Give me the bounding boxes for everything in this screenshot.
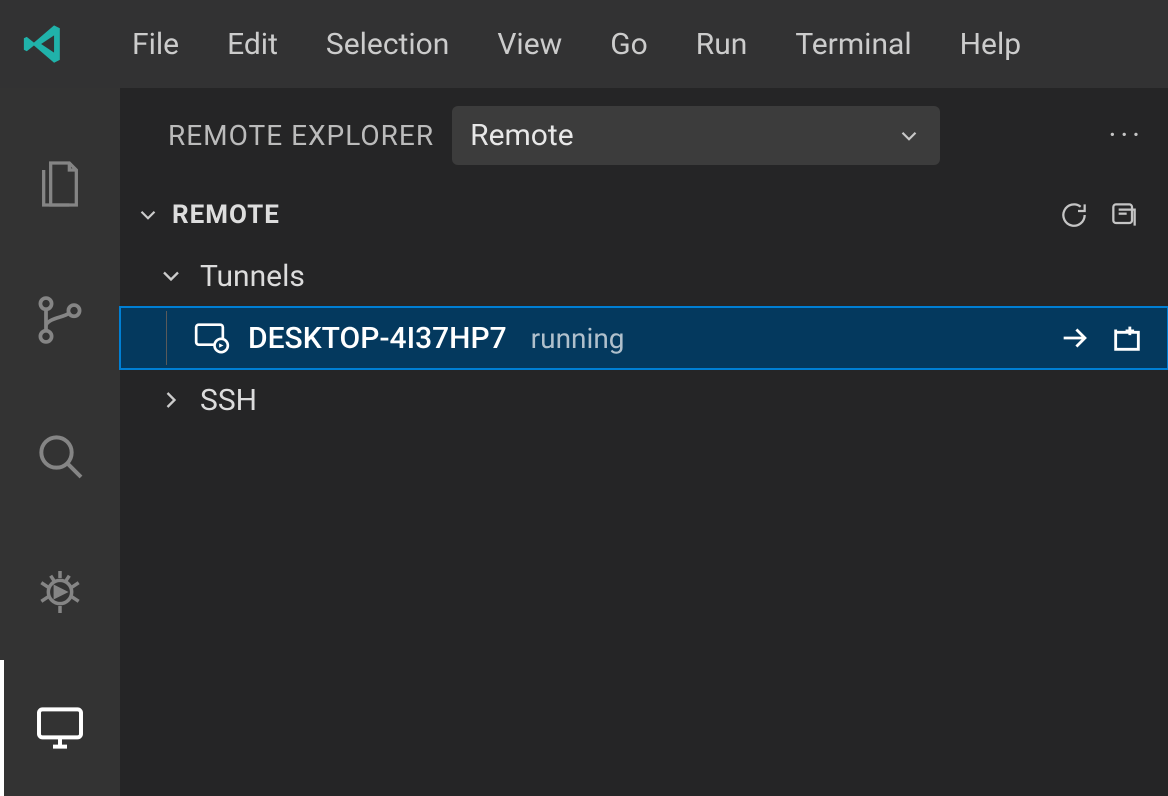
sidebar-title: REMOTE EXPLORER — [168, 119, 434, 152]
activity-remote-explorer[interactable] — [0, 660, 120, 796]
section-header-remote[interactable]: REMOTE — [120, 183, 1168, 245]
remote-machine-icon — [190, 318, 234, 358]
connect-arrow-button[interactable] — [1058, 321, 1092, 355]
vscode-logo-icon — [20, 20, 68, 68]
activity-source-control[interactable] — [0, 252, 120, 388]
menu-items: File Edit Selection View Go Run Terminal… — [108, 27, 1045, 62]
sidebar: REMOTE EXPLORER Remote ··· REMOTE — [120, 88, 1168, 796]
chevron-down-icon — [134, 202, 162, 228]
tunnel-item-status: running — [531, 322, 625, 355]
chevron-right-icon — [156, 386, 186, 414]
remote-type-dropdown[interactable]: Remote — [452, 106, 940, 165]
tree-group-ssh[interactable]: SSH — [120, 369, 1168, 431]
tree-group-tunnels[interactable]: Tunnels — [120, 245, 1168, 307]
menu-selection[interactable]: Selection — [302, 27, 473, 62]
menubar: File Edit Selection View Go Run Terminal… — [0, 0, 1168, 88]
activity-explorer[interactable] — [0, 116, 120, 252]
menu-edit[interactable]: Edit — [203, 27, 302, 62]
tree-group-label: SSH — [200, 383, 257, 418]
menu-help[interactable]: Help — [936, 27, 1045, 62]
open-new-window-button[interactable] — [1110, 321, 1144, 355]
sidebar-header: REMOTE EXPLORER Remote ··· — [120, 106, 1168, 183]
tunnel-item-actions — [1058, 321, 1168, 355]
remote-tree: Tunnels DESKTOP-4I37HP7 running — [120, 245, 1168, 431]
tunnel-item-desktop[interactable]: DESKTOP-4I37HP7 running — [120, 307, 1168, 369]
menu-terminal[interactable]: Terminal — [771, 27, 935, 62]
refresh-button[interactable] — [1058, 199, 1090, 231]
activity-search[interactable] — [0, 388, 120, 524]
menu-view[interactable]: View — [473, 27, 586, 62]
menu-run[interactable]: Run — [672, 27, 772, 62]
section-actions — [1058, 199, 1154, 231]
tree-group-label: Tunnels — [200, 259, 305, 294]
dropdown-selected-label: Remote — [470, 118, 574, 153]
activity-bar — [0, 88, 120, 796]
section-title: REMOTE — [172, 200, 280, 230]
menu-file[interactable]: File — [108, 27, 203, 62]
tunnel-item-name: DESKTOP-4I37HP7 — [248, 321, 507, 356]
collapse-all-button[interactable] — [1108, 199, 1140, 231]
menu-go[interactable]: Go — [586, 27, 672, 62]
activity-run-debug[interactable] — [0, 524, 120, 660]
chevron-down-icon — [896, 123, 922, 149]
more-actions-button[interactable]: ··· — [1102, 118, 1150, 153]
main-area: REMOTE EXPLORER Remote ··· REMOTE — [0, 88, 1168, 796]
chevron-down-icon — [156, 262, 186, 290]
